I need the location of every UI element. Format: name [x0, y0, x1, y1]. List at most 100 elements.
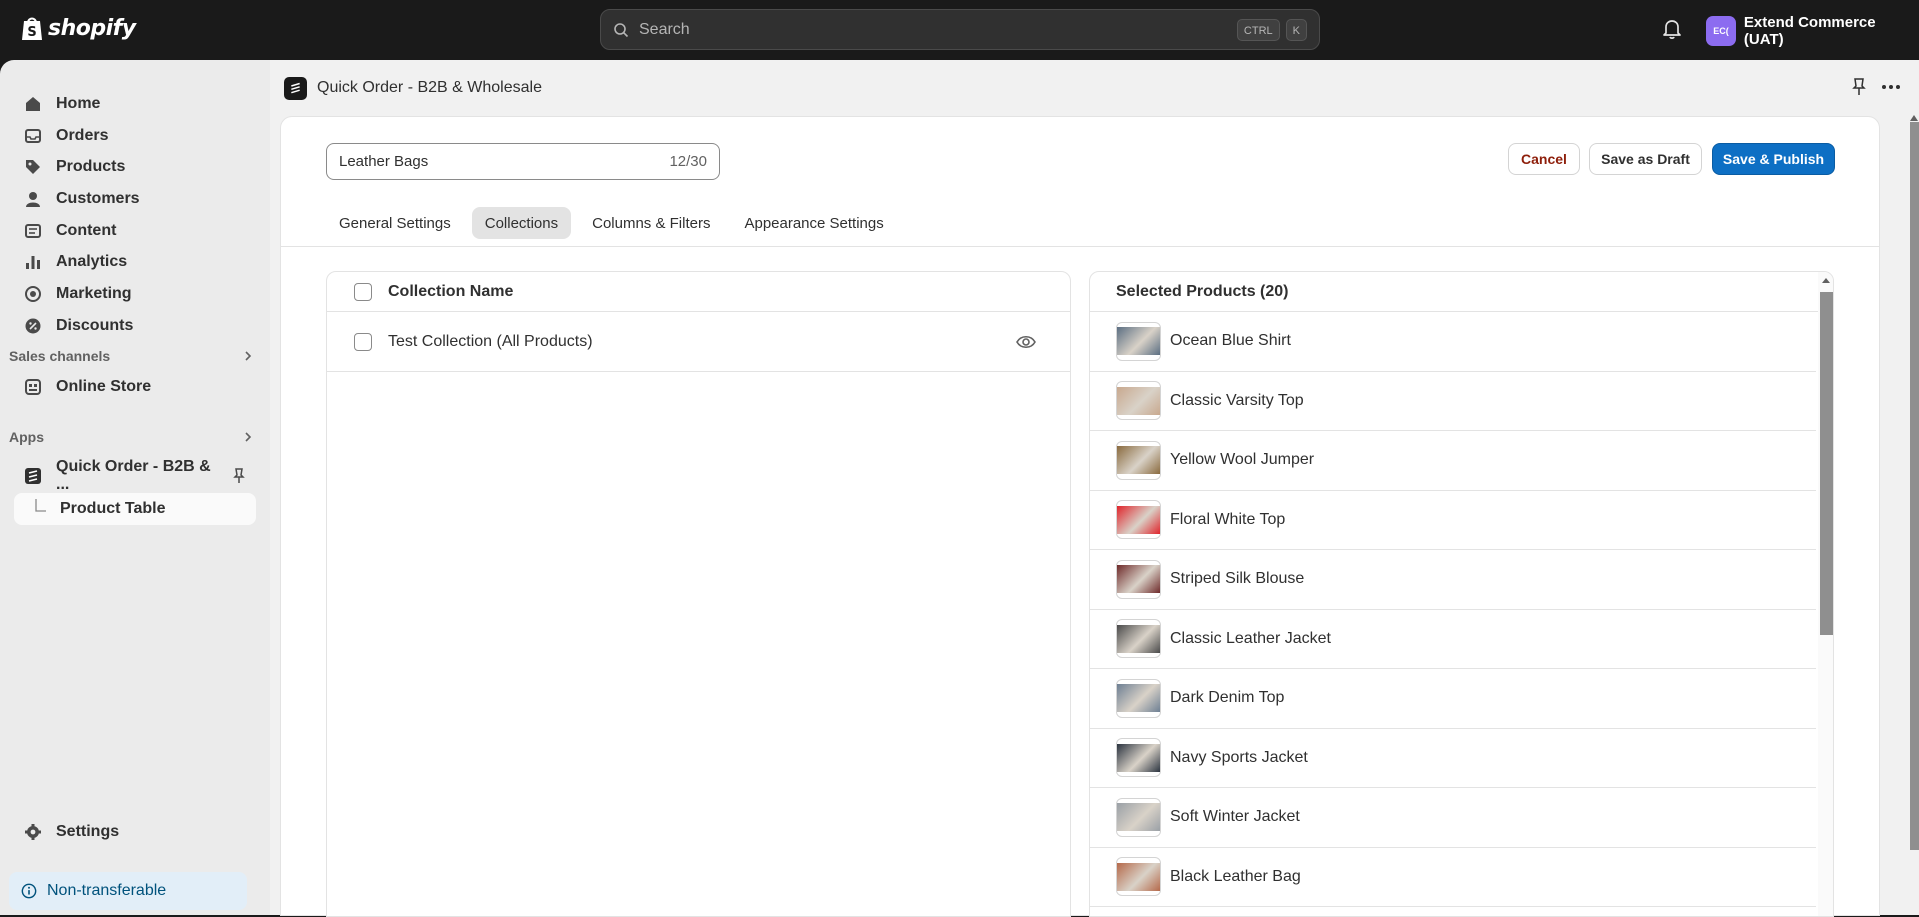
chevron-right-icon	[245, 351, 252, 361]
product-list: Ocean Blue Shirt Classic Varsity Top Yello…	[1090, 312, 1816, 907]
save-and-publish-button[interactable]: Save & Publish	[1712, 143, 1835, 175]
sidebar-item-products[interactable]: Products	[14, 152, 256, 182]
sidebar-item-content[interactable]: Content	[14, 216, 256, 246]
avatar: EC(	[1706, 16, 1736, 46]
shopify-logo[interactable]: S shopify	[20, 14, 136, 42]
list-item[interactable]: Navy Sports Jacket	[1090, 729, 1816, 788]
selected-products-header: Selected Products (20)	[1090, 272, 1833, 312]
sidebar-item-quick-order-app[interactable]: Quick Order - B2B & ...	[14, 458, 256, 493]
sidebar-item-online-store[interactable]: Online Store	[14, 372, 256, 402]
row-checkbox[interactable]	[354, 332, 372, 351]
product-image	[1117, 803, 1160, 832]
product-name: Striped Silk Blouse	[1170, 570, 1305, 588]
main-content: Quick Order - B2B & Wholesale Leather Ba…	[270, 60, 1919, 917]
sidebar-item-label: Orders	[56, 127, 109, 144]
sidebar-item-home[interactable]: Home	[14, 89, 256, 119]
list-item[interactable]: Striped Silk Blouse	[1090, 550, 1816, 610]
sidebar-item-label: Home	[56, 95, 101, 112]
tab-columns-filters[interactable]: Columns & Filters	[579, 207, 723, 239]
list-item[interactable]: Soft Winter Jacket	[1090, 788, 1816, 848]
eye-icon[interactable]	[1016, 332, 1036, 352]
list-item[interactable]: Floral White Top	[1090, 491, 1816, 550]
settings-tabs: General Settings Collections Columns & F…	[326, 207, 897, 239]
svg-text:S: S	[27, 25, 36, 40]
product-image	[1117, 327, 1160, 356]
character-count: 12/30	[669, 153, 707, 170]
product-name: Navy Sports Jacket	[1170, 748, 1308, 766]
select-all-checkbox[interactable]	[354, 282, 372, 301]
collection-name: Test Collection (All Products)	[388, 332, 593, 350]
sidebar-item-orders[interactable]: Orders	[14, 121, 256, 151]
product-name: Black Leather Bag	[1170, 867, 1301, 885]
list-item[interactable]: Black Leather Bag	[1090, 848, 1816, 907]
search-input[interactable]: Search CTRL K	[600, 9, 1320, 50]
settings-card: Leather Bags 12/30 Cancel Save as Draft …	[280, 116, 1880, 917]
sidebar-item-discounts[interactable]: Discounts	[14, 311, 256, 341]
notice-label: Non-transferable	[47, 882, 167, 899]
table-name-field[interactable]: Leather Bags 12/30	[326, 143, 720, 180]
sidebar-item-label: Analytics	[56, 253, 128, 270]
more-options-icon[interactable]	[1880, 77, 1902, 97]
discount-icon	[25, 318, 41, 334]
store-menu[interactable]: EC( Extend Commerce (UAT)	[1706, 14, 1919, 48]
search-placeholder: Search	[639, 20, 690, 38]
store-name: Extend Commerce (UAT)	[1743, 14, 1876, 48]
scrollbar-thumb[interactable]	[1820, 292, 1833, 635]
apps-section[interactable]: Apps	[9, 425, 255, 449]
list-item[interactable]: Dark Denim Top	[1090, 669, 1816, 729]
page-scrollbar-thumb[interactable]	[1910, 122, 1919, 850]
product-image	[1117, 505, 1160, 534]
shortcut-key-ctrl: CTRL	[1236, 18, 1280, 41]
scroll-up-arrow-icon[interactable]	[1821, 276, 1831, 284]
bell-icon[interactable]	[1662, 18, 1682, 40]
sidebar-item-marketing[interactable]: Marketing	[14, 279, 256, 309]
list-item[interactable]: Yellow Wool Jumper	[1090, 431, 1816, 491]
sidebar-item-analytics[interactable]: Analytics	[14, 247, 256, 277]
sidebar-item-customers[interactable]: Customers	[14, 184, 256, 214]
list-item[interactable]: Classic Varsity Top	[1090, 372, 1816, 431]
sidebar-item-label: Online Store	[56, 378, 152, 395]
list-item[interactable]: Ocean Blue Shirt	[1090, 312, 1816, 372]
non-transferable-notice[interactable]: Non-transferable	[9, 872, 247, 910]
shopify-wordmark: shopify	[48, 15, 136, 41]
sales-channels-section[interactable]: Sales channels	[9, 344, 255, 368]
save-as-draft-button[interactable]: Save as Draft	[1589, 143, 1702, 175]
orders-icon	[25, 129, 41, 143]
selected-products-panel: Selected Products (20) Ocean Blue Shirt C…	[1089, 271, 1834, 917]
app-logo-icon	[284, 76, 307, 100]
product-name: Classic Varsity Top	[1170, 391, 1304, 409]
table-row[interactable]: Test Collection (All Products)	[327, 312, 1070, 372]
tag-icon	[26, 160, 40, 174]
tab-general-settings[interactable]: General Settings	[326, 207, 464, 239]
product-name: Soft Winter Jacket	[1170, 808, 1300, 826]
product-thumbnail	[1116, 738, 1161, 778]
product-thumbnail	[1116, 321, 1161, 361]
product-thumbnail	[1116, 678, 1161, 718]
product-name: Dark Denim Top	[1170, 689, 1285, 707]
section-label: Apps	[9, 429, 44, 445]
content-icon	[25, 224, 41, 238]
product-thumbnail	[1116, 797, 1161, 837]
product-image	[1117, 386, 1160, 415]
sidebar-item-settings[interactable]: Settings	[14, 817, 256, 847]
pin-icon[interactable]	[1850, 77, 1868, 97]
chart-icon	[26, 256, 40, 269]
column-header: Selected Products (20)	[1116, 282, 1289, 300]
sidebar-item-label: Settings	[56, 823, 120, 840]
shopify-bag-icon: S	[22, 17, 42, 40]
tab-appearance-settings[interactable]: Appearance Settings	[731, 207, 896, 239]
product-image	[1117, 743, 1160, 772]
product-image	[1117, 862, 1160, 891]
list-item[interactable]: Classic Leather Jacket	[1090, 610, 1816, 669]
tab-collections[interactable]: Collections	[471, 207, 572, 239]
person-icon	[26, 192, 40, 207]
sidebar-item-product-table[interactable]: Product Table	[14, 493, 256, 525]
pin-icon[interactable]	[230, 467, 248, 485]
cancel-button[interactable]: Cancel	[1508, 143, 1580, 175]
app-logo-icon	[25, 468, 41, 484]
scroll-up-arrow-icon[interactable]	[1910, 114, 1918, 121]
sidebar-item-label: Products	[56, 158, 126, 175]
sidebar-item-label: Quick Order - B2B & ...	[56, 458, 211, 493]
table-name-value: Leather Bags	[339, 153, 429, 170]
product-image	[1117, 624, 1160, 653]
